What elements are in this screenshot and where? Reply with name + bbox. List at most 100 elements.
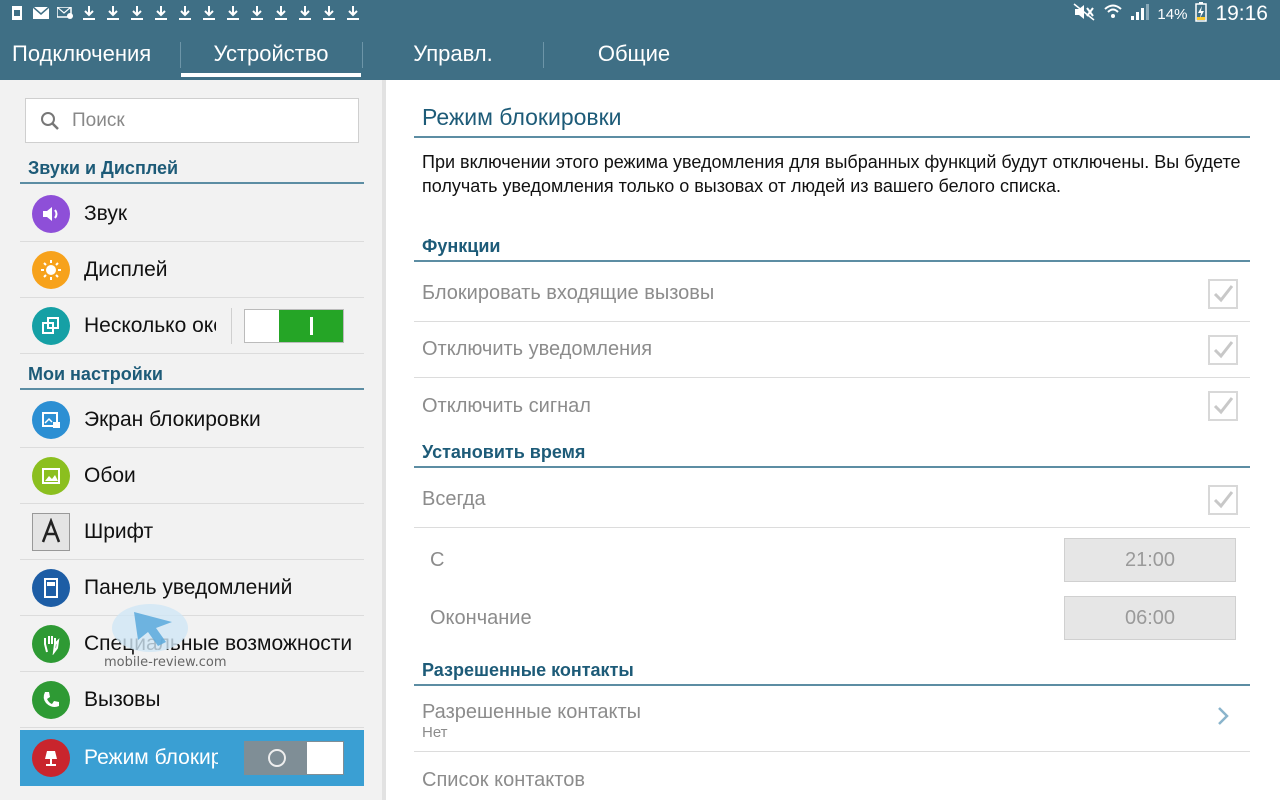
section-functions: Функции	[414, 232, 1250, 262]
battery-percent: 14%	[1157, 5, 1188, 23]
notification-icons	[8, 4, 362, 22]
end-time-field[interactable]: 06:00	[1064, 596, 1236, 640]
tab-label: Управл.	[413, 41, 493, 66]
multiwindow-icon	[32, 306, 70, 345]
sim-icon	[8, 4, 26, 22]
signal-icon	[1131, 4, 1150, 24]
download-icon	[80, 4, 98, 22]
tab-selected-indicator	[181, 73, 361, 77]
lockscreen-icon	[32, 400, 70, 439]
chevron-right-icon	[1216, 704, 1230, 734]
search-placeholder: Поиск	[72, 109, 125, 131]
row-allowed-contacts[interactable]: Разрешенные контакты Нет	[414, 690, 1250, 752]
row-disable-alarm[interactable]: Отключить сигнал	[414, 378, 1250, 434]
row-label: Блокировать входящие вызовы	[422, 282, 715, 304]
section-set-time: Установить время	[414, 438, 1250, 468]
sidebar-item-lockscreen[interactable]: Экран блокировки	[20, 392, 364, 448]
tab-label: Подключения	[12, 41, 152, 66]
download-icon	[344, 4, 362, 22]
row-label: Окончание	[430, 606, 532, 629]
font-icon	[32, 512, 70, 551]
wallpaper-icon	[32, 456, 70, 495]
toggle-knob	[245, 742, 309, 774]
checkbox[interactable]	[1208, 485, 1238, 515]
download-icon	[152, 4, 170, 22]
tab-management[interactable]: Управл.	[363, 28, 543, 80]
status-bar: 14% 19:16	[0, 0, 1280, 28]
checkbox[interactable]	[1208, 391, 1238, 421]
row-block-incoming-calls[interactable]: Блокировать входящие вызовы	[414, 266, 1250, 322]
sidebar-item-sound[interactable]: Звук	[20, 186, 364, 242]
battery-charging-icon	[1195, 2, 1208, 26]
settings-list: Поиск Звуки и Дисплей Звук Дисплей Неско…	[0, 80, 382, 800]
toggle-divider	[231, 308, 232, 344]
sidebar-item-label: Режим блокировки	[84, 746, 218, 769]
mail-icon	[32, 4, 50, 22]
sound-icon	[32, 194, 70, 233]
checkbox[interactable]	[1208, 279, 1238, 309]
settings-tabs: Подключения Устройство Управл. Общие	[0, 28, 1280, 80]
row-label: Разрешенные контакты	[422, 700, 642, 723]
sidebar-item-label: Вызовы	[84, 687, 161, 711]
toggle-knob	[279, 310, 343, 342]
brightness-icon	[32, 250, 70, 289]
page-title: Режим блокировки	[414, 104, 1250, 138]
start-time-field[interactable]: 21:00	[1064, 538, 1236, 582]
sidebar-item-multiwindow[interactable]: Несколько окон	[20, 298, 364, 354]
phone-icon	[32, 680, 70, 719]
search-icon	[41, 111, 59, 130]
tab-label: Устройство	[213, 41, 329, 66]
blocking-mode-toggle[interactable]	[244, 741, 344, 775]
check-icon	[1213, 491, 1234, 509]
row-label: С	[430, 548, 445, 571]
tab-general[interactable]: Общие	[544, 28, 724, 80]
sidebar-item-label: Несколько окон	[84, 313, 216, 337]
checkbox[interactable]	[1208, 335, 1238, 365]
row-disable-notifications[interactable]: Отключить уведомления	[414, 322, 1250, 378]
multiwindow-toggle[interactable]	[244, 309, 344, 343]
search-input[interactable]: Поиск	[25, 98, 359, 143]
status-right: 14% 19:16	[1073, 2, 1268, 26]
check-icon	[1213, 285, 1234, 303]
download-icon	[176, 4, 194, 22]
section-sounds-display: Звуки и Дисплей	[20, 154, 364, 184]
wifi-icon	[1103, 3, 1123, 25]
sidebar-item-label: Экран блокировки	[84, 407, 261, 431]
download-icon	[104, 4, 122, 22]
download-icon	[320, 4, 338, 22]
watermark-text: mobile-review.com	[104, 655, 227, 670]
blocking-mode-icon	[32, 739, 70, 777]
sidebar-item-label: Шрифт	[84, 519, 154, 543]
row-always[interactable]: Всегда	[414, 472, 1250, 528]
sidebar-item-blocking-mode[interactable]: Режим блокировки	[20, 730, 364, 786]
sidebar-item-font[interactable]: Шрифт	[20, 504, 364, 560]
download-icon	[128, 4, 146, 22]
download-icon	[272, 4, 290, 22]
row-label: Список контактов	[422, 768, 585, 791]
row-start-time: С 21:00	[414, 532, 1250, 588]
download-icon	[200, 4, 218, 22]
row-label: Всегда	[422, 488, 486, 510]
tab-connections[interactable]: Подключения	[12, 28, 168, 80]
sidebar-item-display[interactable]: Дисплей	[20, 242, 364, 298]
row-label: Отключить сигнал	[422, 394, 591, 417]
toggle-track	[307, 742, 343, 774]
check-icon	[1213, 397, 1234, 415]
section-my-settings: Мои настройки	[20, 360, 364, 390]
tab-label: Общие	[597, 41, 671, 66]
clock: 19:16	[1215, 2, 1268, 25]
row-sublabel: Нет	[422, 723, 448, 741]
row-contact-list[interactable]: Список контактов	[414, 752, 1250, 800]
accessibility-hand-icon	[32, 624, 70, 663]
sidebar-item-calls[interactable]: Вызовы	[20, 672, 364, 728]
sidebar-item-label: Обои	[84, 463, 136, 487]
mute-icon	[1073, 3, 1095, 25]
row-label: Отключить уведомления	[422, 338, 653, 360]
notification-panel-icon	[32, 568, 70, 607]
sidebar-item-label: Панель уведомлений	[84, 575, 293, 599]
description: При включении этого режима уведомления д…	[422, 152, 1241, 196]
check-icon	[1213, 341, 1234, 359]
row-end-time: Окончание 06:00	[414, 590, 1250, 646]
download-icon	[296, 4, 314, 22]
sidebar-item-wallpaper[interactable]: Обои	[20, 448, 364, 504]
